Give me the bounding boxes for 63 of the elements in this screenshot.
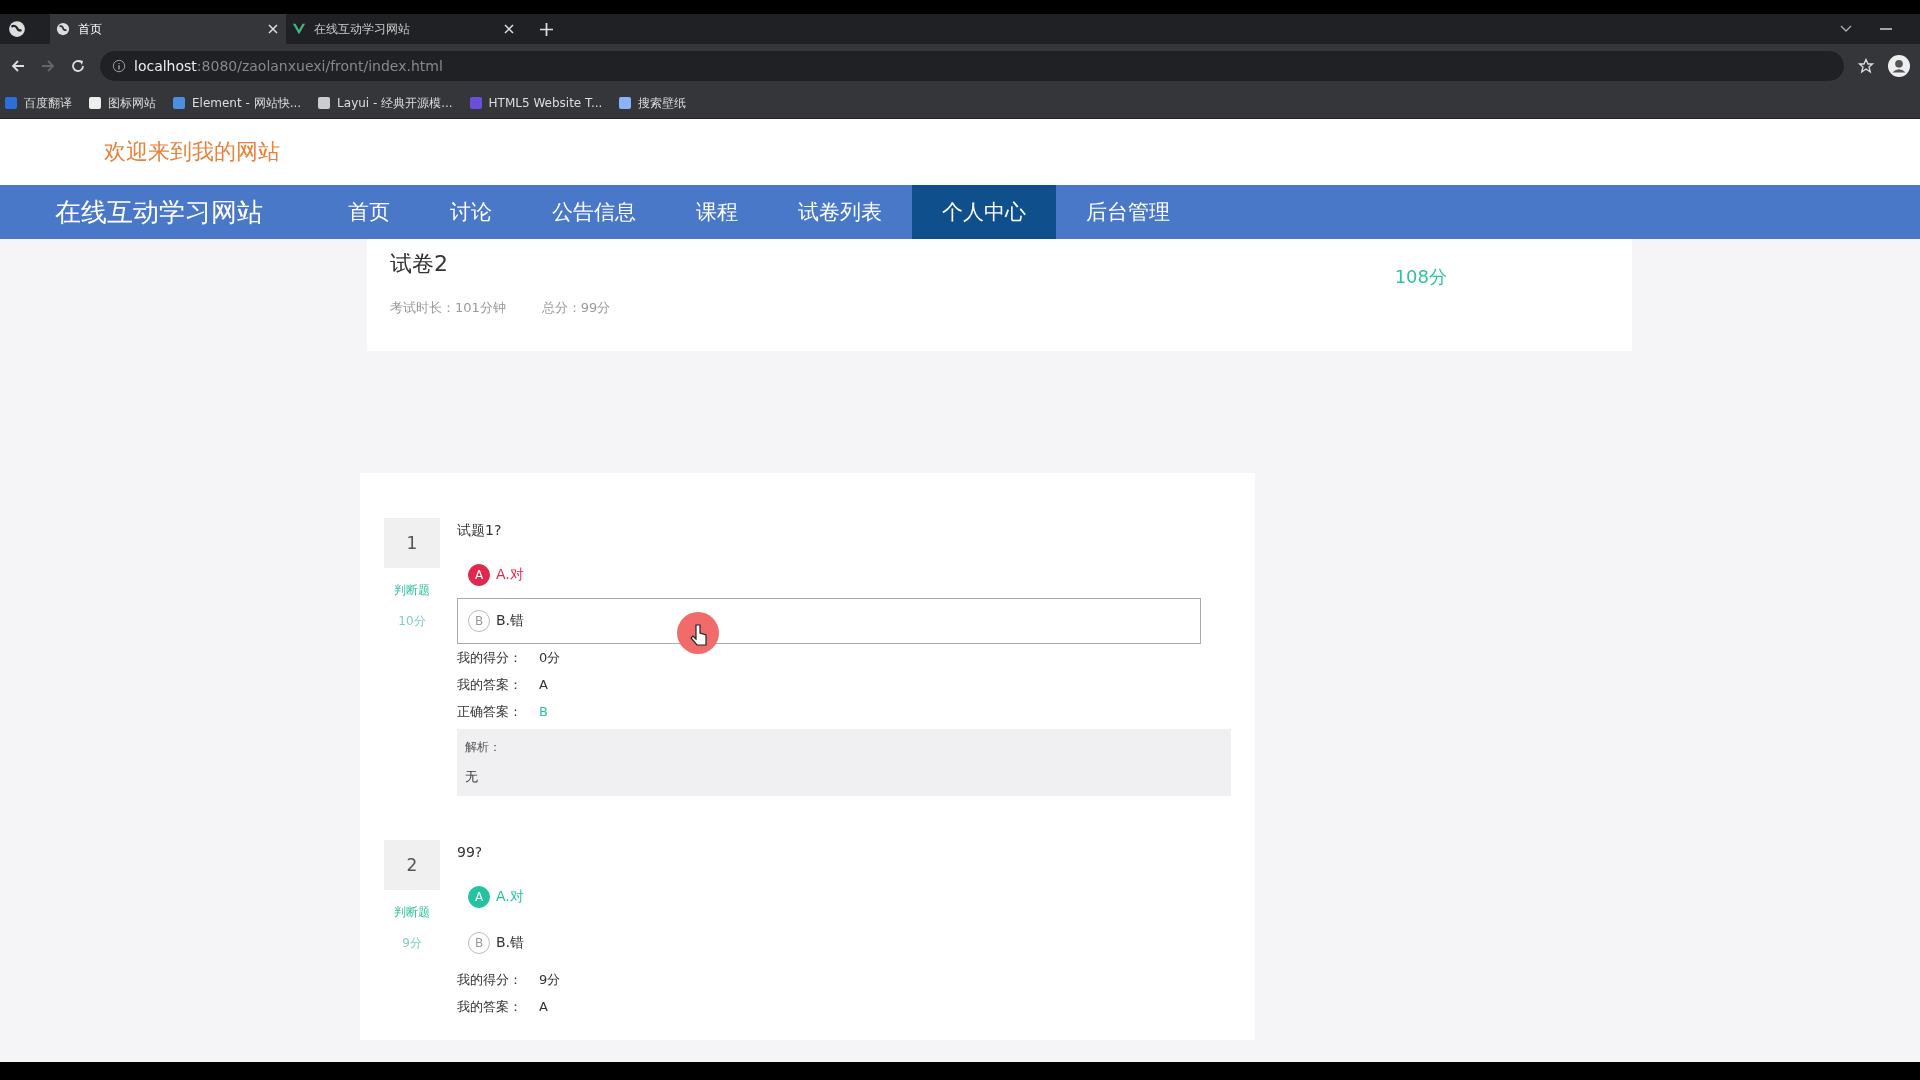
answer-option[interactable]: B B.错 (457, 920, 1201, 966)
bookmark-icon (4, 96, 18, 110)
bookmark-icon (317, 96, 332, 110)
bookmark-icon (468, 96, 483, 110)
result-label: 正确答案： (457, 702, 523, 721)
browser-logo-icon (8, 20, 26, 38)
question-number: 1 (384, 518, 440, 568)
answer-option[interactable]: A A.对 (457, 552, 1201, 598)
question-type: 判断题 (394, 582, 430, 599)
result-value: A (539, 999, 548, 1014)
bookmark-icon (618, 96, 633, 110)
nav-item[interactable]: 首页 (318, 185, 420, 239)
profile-icon[interactable] (1888, 55, 1910, 77)
analysis-text: 无 (465, 768, 479, 786)
question-points: 9分 (402, 935, 422, 952)
bookmark-icon (172, 96, 186, 110)
nav-item[interactable]: 讨论 (420, 185, 522, 239)
result-label: 我的答案： (457, 675, 523, 694)
result-label: 我的答案： (457, 997, 523, 1016)
bookmark[interactable]: 搜索壁纸 (618, 94, 687, 112)
question-text: 试题1? (457, 522, 503, 540)
result-value: 0分 (539, 648, 561, 667)
close-icon[interactable] (504, 24, 514, 34)
question-type: 判断题 (394, 904, 430, 921)
vue-logo-icon (292, 22, 306, 36)
reload-icon[interactable] (70, 58, 86, 74)
info-icon (112, 59, 126, 73)
question-number: 2 (384, 840, 440, 890)
bookmark[interactable]: 图标网站 (88, 94, 156, 112)
nav-item[interactable]: 个人中心 (912, 185, 1056, 239)
exam-title: 试卷2 (390, 250, 449, 278)
nav-item[interactable]: 课程 (666, 185, 768, 239)
result-value: A (539, 677, 548, 692)
bookmark[interactable]: Element - 网站快... (172, 94, 302, 112)
browser-tab[interactable]: 首页 (50, 14, 286, 44)
site-title: 在线互动学习网站 (55, 195, 263, 229)
globe-icon (56, 22, 70, 36)
bookmark[interactable]: 百度翻译 (4, 94, 72, 112)
bookmark[interactable]: HTML5 Website T... (468, 96, 603, 110)
result-value: 9分 (539, 970, 561, 989)
bookmark-icon (88, 96, 102, 110)
nav-item[interactable]: 后台管理 (1056, 185, 1200, 239)
chevron-down-icon[interactable] (1840, 24, 1852, 34)
result-label: 我的得分： (457, 648, 523, 667)
new-tab-icon[interactable] (540, 22, 553, 36)
question-text: 99? (457, 844, 484, 862)
result-label: 我的得分： (457, 970, 523, 989)
address-bar[interactable]: localhost:8080/zaolanxuexi/front/index.html (100, 51, 1844, 81)
exam-meta: 考试时长：101分钟 (390, 299, 506, 317)
back-icon[interactable] (10, 58, 26, 74)
cursor-icon (676, 611, 720, 655)
star-icon[interactable] (1858, 58, 1874, 74)
exam-meta: 总分：99分 (541, 299, 611, 317)
welcome-text: 欢迎来到我的网站 (104, 138, 280, 166)
question-points: 10分 (398, 613, 426, 630)
exam-score: 108分 (1394, 265, 1447, 289)
analysis-label: 解析： (465, 739, 502, 756)
result-value: B (539, 704, 548, 719)
nav-item[interactable]: 公告信息 (522, 185, 666, 239)
bookmark[interactable]: Layui - 经典开源模... (317, 94, 453, 112)
browser-tab[interactable]: 在线互动学习网站 (286, 14, 522, 44)
nav-item[interactable]: 试卷列表 (768, 185, 912, 239)
close-icon[interactable] (268, 24, 278, 34)
